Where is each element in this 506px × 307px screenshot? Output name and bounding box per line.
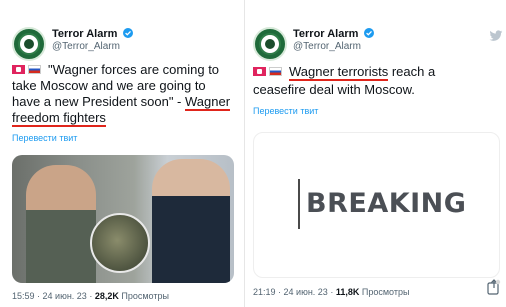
red-flag-icon [12, 65, 25, 74]
tweet-text-line4: freedom fighters [12, 110, 106, 127]
share-icon[interactable] [487, 279, 501, 295]
author-name-text: Terror Alarm [52, 28, 118, 40]
photo-person-right [152, 159, 230, 283]
breaking-accent-bar [298, 179, 300, 229]
tweet-text-line3-pre: have a new President soon" - [12, 94, 185, 109]
tweet-text-line2: ceasefire deal with Moscow. [253, 82, 415, 97]
flag-emojis [12, 65, 41, 74]
flag-emojis [253, 67, 282, 76]
russia-flag-icon [28, 65, 41, 74]
verified-badge-icon [364, 28, 375, 38]
views-label: Просмотры [121, 291, 169, 301]
tweet-text-line1: Wagner terrorists reach a [289, 64, 436, 81]
photo-inset-circle [90, 213, 150, 273]
photo-person-left [26, 165, 96, 283]
tweet-left: Terror Alarm @Terror_Alarm "Wagner force… [0, 0, 240, 307]
breaking-news-card[interactable]: BREAKING [253, 132, 500, 278]
logo-mark [24, 39, 34, 49]
red-flag-icon [253, 67, 266, 76]
views-count: 28,2K [94, 291, 119, 301]
avatar[interactable] [12, 27, 46, 61]
tweet-text-line1: "Wagner forces are coming to [48, 62, 220, 77]
russia-flag-icon [269, 67, 282, 76]
tweet-time[interactable]: 21:19 [253, 287, 276, 297]
screenshot-collage: Terror Alarm @Terror_Alarm "Wagner force… [0, 0, 506, 307]
tweet-photo[interactable] [12, 155, 234, 283]
tweet-text-line3: have a new President soon" - Wagner [12, 94, 238, 111]
author-handle[interactable]: @Terror_Alarm [293, 41, 361, 52]
tweet-text-line2: take Moscow and we are going to [12, 78, 206, 93]
highlighted-text-freedom-fighters: freedom fighters [12, 110, 106, 127]
verified-badge-icon [123, 28, 134, 38]
tweet-text-line1-post: reach a [388, 64, 436, 79]
views-count: 11,8K [335, 287, 360, 297]
translate-link[interactable]: Перевести твит [253, 106, 318, 116]
tweet-meta: 21:19 · 24 июн. 23 · 11,8K Просмотры [253, 287, 410, 297]
author-name[interactable]: Terror Alarm [293, 28, 375, 40]
avatar[interactable] [253, 27, 287, 61]
tweet-time[interactable]: 15:59 [12, 291, 35, 301]
logo-mark [265, 39, 275, 49]
tweet-date[interactable]: 24 июн. 23 [284, 287, 328, 297]
breaking-label: BREAKING [306, 188, 467, 219]
twitter-bird-icon [489, 30, 503, 41]
views-label: Просмотры [361, 287, 410, 297]
highlighted-text-wagner-terrorists: Wagner terrorists [289, 64, 389, 81]
tweet-meta: 15:59 · 24 июн. 23 · 28,2K Просмотры [12, 291, 169, 301]
highlighted-text-wagner: Wagner [185, 94, 231, 111]
tweet-date[interactable]: 24 июн. 23 [43, 291, 87, 301]
author-name-text: Terror Alarm [293, 28, 359, 40]
translate-link[interactable]: Перевести твит [12, 133, 77, 143]
author-name[interactable]: Terror Alarm [52, 28, 134, 40]
author-handle[interactable]: @Terror_Alarm [52, 41, 120, 52]
